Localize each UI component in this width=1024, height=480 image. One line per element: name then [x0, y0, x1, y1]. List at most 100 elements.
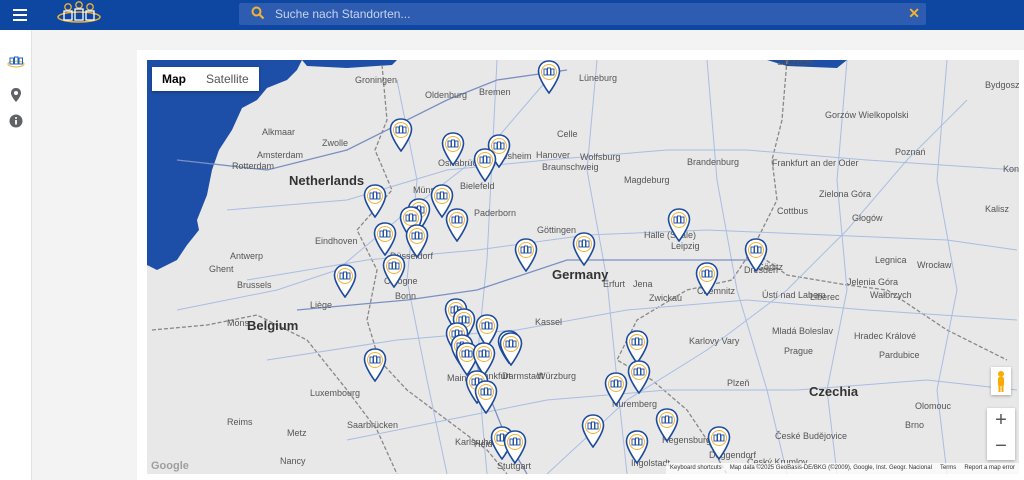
- map-pin-icon[interactable]: [7, 86, 25, 104]
- city-label: Lüneburg: [579, 73, 618, 83]
- location-marker-icon[interactable]: [363, 348, 387, 383]
- city-label: Wałbrzych: [870, 290, 912, 300]
- terms-link[interactable]: Terms: [940, 465, 956, 472]
- zoom-in-button[interactable]: +: [987, 408, 1015, 434]
- location-marker-icon[interactable]: [655, 408, 679, 443]
- city-label: Ghent: [209, 264, 234, 274]
- location-marker-icon[interactable]: [707, 426, 731, 461]
- city-label: Gorzów Wielkopolski: [825, 110, 909, 120]
- top-app-bar: ✕: [0, 0, 1024, 30]
- location-marker-icon[interactable]: [744, 238, 768, 273]
- city-label: Pardubice: [879, 350, 920, 360]
- city-label: Zwickau: [649, 293, 683, 303]
- search-input[interactable]: [275, 5, 875, 23]
- city-label: Zwolle: [322, 138, 349, 148]
- location-marker-icon[interactable]: [473, 148, 497, 183]
- city-label: Wolfsburg: [580, 152, 621, 162]
- google-logo: Google: [151, 460, 189, 472]
- city-label: Bonn: [395, 291, 417, 301]
- city-label: Eindhoven: [315, 236, 358, 246]
- search-bar: ✕: [239, 3, 926, 25]
- country-label: Netherlands: [289, 173, 365, 188]
- city-label: Szczecin: [777, 60, 814, 67]
- city-label: Bremen: [479, 87, 511, 97]
- location-marker-icon[interactable]: [389, 118, 413, 153]
- map-type-toggle: Map Satellite: [152, 67, 259, 91]
- city-label: Olomouc: [915, 401, 952, 411]
- city-label: Kassel: [535, 317, 563, 327]
- report-error-link[interactable]: Report a map error: [964, 465, 1015, 472]
- city-label: Brno: [905, 420, 925, 430]
- info-icon[interactable]: [7, 112, 25, 130]
- location-marker-icon[interactable]: [373, 222, 397, 257]
- map-attribution: Keyboard shortcuts Map data ©2025 GeoBas…: [665, 463, 1019, 474]
- city-label: Mons: [227, 318, 250, 328]
- location-marker-icon[interactable]: [537, 60, 561, 95]
- side-navigation: [0, 30, 32, 480]
- location-marker-icon[interactable]: [625, 330, 649, 365]
- location-marker-icon[interactable]: [627, 360, 651, 395]
- location-marker-icon[interactable]: [382, 254, 406, 289]
- city-label: Würzburg: [537, 371, 577, 381]
- location-marker-icon[interactable]: [572, 232, 596, 267]
- city-label: Jelenia Góra: [847, 277, 899, 287]
- city-label: Hradec Králové: [854, 331, 917, 341]
- map-type-satellite-button[interactable]: Satellite: [196, 67, 259, 91]
- nav-locations-logo-icon[interactable]: [7, 52, 25, 70]
- city-label: Karlovy Vary: [689, 336, 740, 346]
- app-logo[interactable]: [56, 0, 102, 26]
- city-label: Bydgoszcz: [985, 80, 1019, 90]
- city-label: Mladá Boleslav: [772, 326, 834, 336]
- location-marker-icon[interactable]: [604, 372, 628, 407]
- city-label: Celle: [557, 129, 578, 139]
- keyboard-shortcuts-link[interactable]: Keyboard shortcuts: [670, 465, 722, 472]
- search-icon: [251, 6, 265, 20]
- location-marker-icon[interactable]: [695, 262, 719, 297]
- location-marker-icon[interactable]: [499, 332, 523, 367]
- city-label: Erfurt: [603, 279, 626, 289]
- location-marker-icon[interactable]: [474, 380, 498, 415]
- city-label: Kalisz: [985, 204, 1010, 214]
- city-label: Rotterdam: [232, 161, 275, 171]
- city-label: Plzeň: [727, 378, 750, 388]
- location-marker-icon[interactable]: [405, 224, 429, 259]
- city-label: Brussels: [237, 280, 272, 290]
- city-label: Magdeburg: [624, 175, 670, 185]
- location-marker-icon[interactable]: [625, 430, 649, 465]
- menu-icon[interactable]: [10, 7, 30, 23]
- city-label: Konin: [1003, 164, 1019, 174]
- location-marker-icon[interactable]: [441, 132, 465, 167]
- location-marker-icon[interactable]: [333, 264, 357, 299]
- city-label: Göttingen: [537, 225, 577, 235]
- zoom-out-button[interactable]: −: [987, 434, 1015, 460]
- zoom-controls: + −: [987, 408, 1015, 460]
- map-view[interactable]: Map Satellite Netherlands Belgium Germany C…: [147, 60, 1019, 474]
- city-label: Liberec: [810, 292, 840, 302]
- location-marker-icon[interactable]: [667, 208, 691, 243]
- city-label: Saarbrücken: [347, 420, 399, 430]
- map-data-text: Map data ©2025 GeoBasis-DE/BKG (©2009), …: [729, 465, 932, 471]
- map-type-map-button[interactable]: Map: [152, 67, 196, 91]
- street-view-pegman-icon[interactable]: [991, 367, 1011, 395]
- location-marker-icon[interactable]: [514, 238, 538, 273]
- city-label: Braunschweig: [542, 162, 599, 172]
- location-marker-icon[interactable]: [503, 430, 527, 465]
- city-label: Zielona Góra: [819, 189, 872, 199]
- country-label: Germany: [552, 267, 609, 282]
- city-label: Cottbus: [777, 206, 809, 216]
- clear-search-icon[interactable]: ✕: [908, 5, 920, 22]
- city-label: Paderborn: [474, 208, 517, 218]
- city-label: Głogów: [852, 213, 883, 223]
- city-label: Groningen: [355, 75, 398, 85]
- location-marker-icon[interactable]: [445, 208, 469, 243]
- location-marker-icon[interactable]: [581, 414, 605, 449]
- country-label: Belgium: [247, 318, 299, 333]
- city-label: Bielefeld: [460, 181, 495, 191]
- city-label: Hanover: [536, 150, 571, 160]
- city-label: Jena: [633, 279, 653, 289]
- city-label: Oldenburg: [425, 90, 468, 100]
- city-label: Wrocław: [917, 260, 952, 270]
- city-label: Prague: [784, 346, 814, 356]
- location-marker-icon[interactable]: [363, 184, 387, 219]
- city-label: Amsterdam: [257, 150, 304, 160]
